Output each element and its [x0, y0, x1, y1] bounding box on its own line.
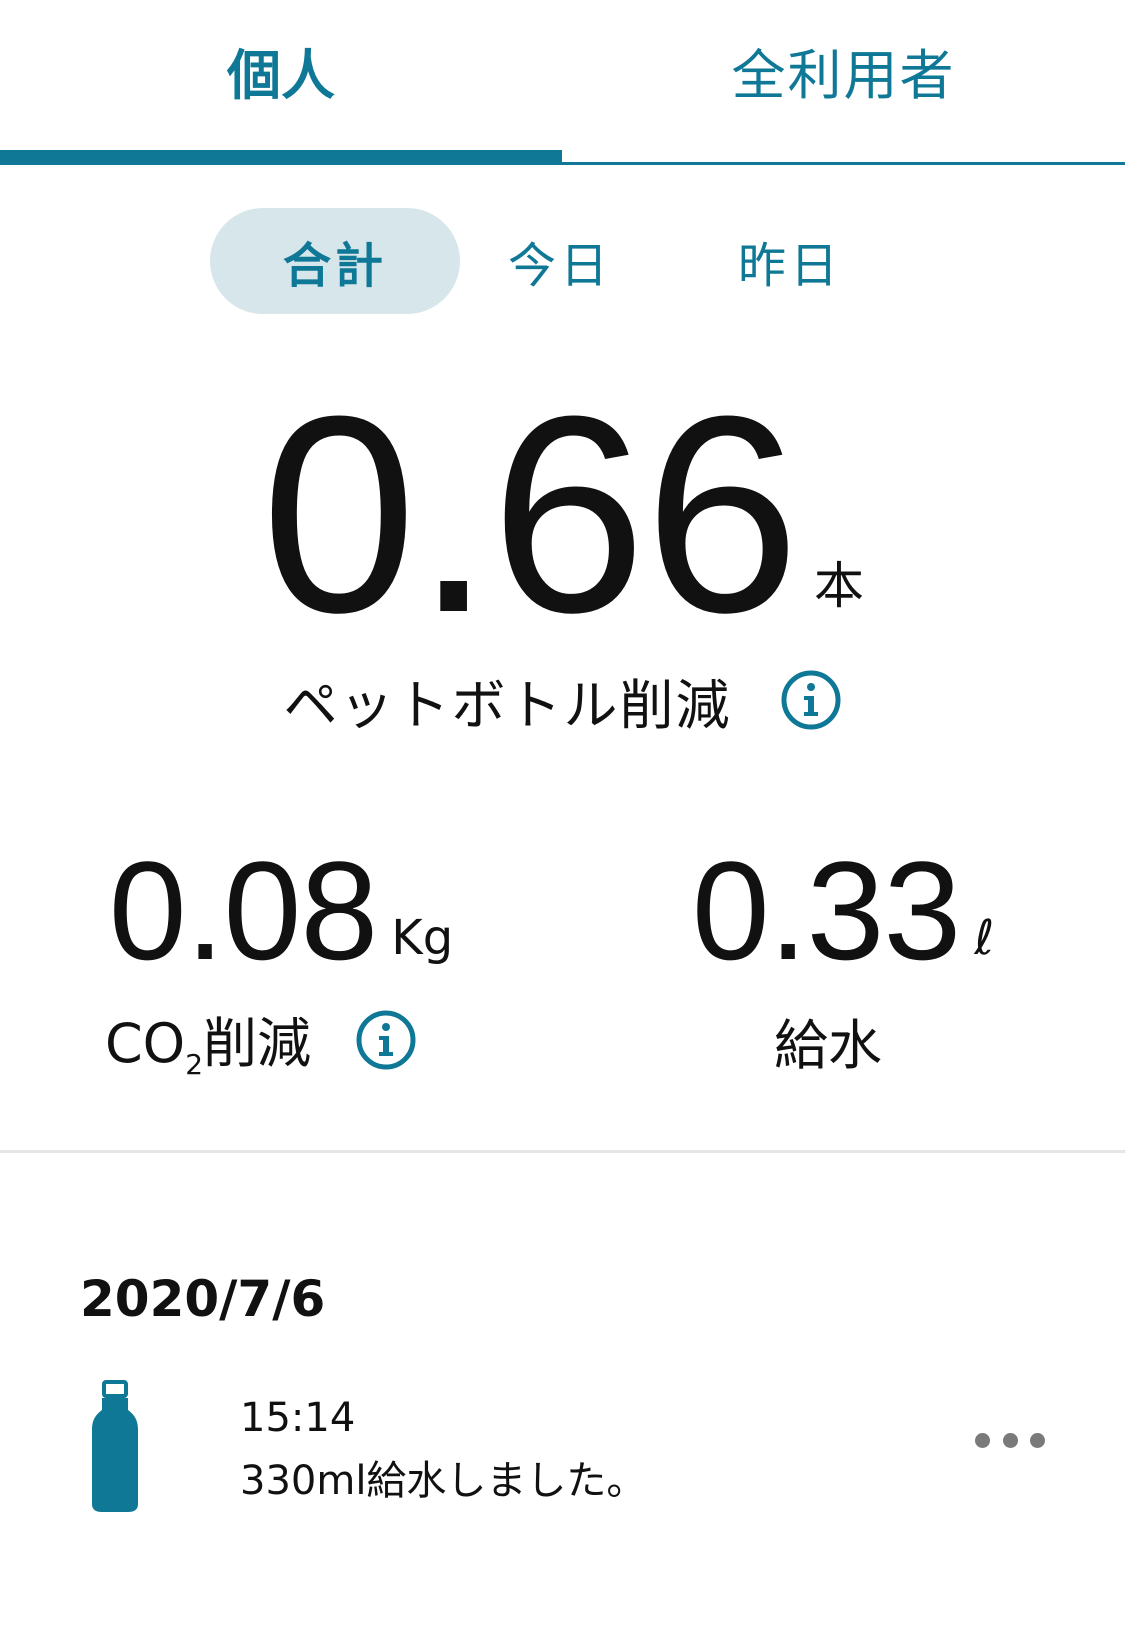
co2-label-prefix: CO — [104, 1012, 186, 1076]
co2-reduction-unit: Kg — [391, 910, 454, 966]
tab-active-indicator — [0, 150, 562, 165]
tab-all-users[interactable]: 全利用者 — [562, 30, 1125, 110]
co2-label-suffix: 削減 — [203, 1012, 312, 1076]
bottle-reduction-unit: 本 — [813, 557, 864, 615]
water-supply-unit: ℓ — [974, 910, 995, 966]
history-time: 15:14 — [240, 1395, 356, 1441]
more-icon[interactable] — [975, 1425, 1045, 1455]
info-icon[interactable] — [780, 669, 842, 731]
water-value-row: 0.33 ℓ — [562, 832, 1124, 989]
tab-personal[interactable]: 個人 — [0, 30, 562, 110]
water-supply-metric: 0.33 ℓ 給水 — [562, 832, 1124, 1077]
co2-label-row: CO2削減 — [0, 999, 542, 1081]
period-yesterday-button[interactable]: 昨日 — [710, 208, 870, 314]
co2-reduction-metric: 0.08 Kg CO2削減 — [0, 832, 562, 1081]
history-date: 2020/7/6 — [80, 1270, 326, 1328]
top-tab-bar: 個人 全利用者 — [0, 0, 1125, 168]
co2-reduction-label: CO2削減 — [105, 999, 311, 1081]
bottle-reduction-label-row: ペットボトル削減 — [0, 660, 1125, 740]
period-total-button[interactable]: 合計 — [210, 208, 460, 314]
bottle-icon — [90, 1380, 140, 1514]
bottle-reduction-metric: 0.66 本 — [0, 359, 1125, 671]
water-supply-label: 給水 — [774, 1013, 882, 1077]
co2-label-subscript: 2 — [185, 1047, 204, 1081]
bottle-reduction-value: 0.66 — [261, 359, 800, 671]
period-selector: 合計 今日 昨日 — [0, 208, 1125, 314]
list-item: 15:14 330ml給水しました。 — [0, 1370, 1125, 1530]
more-dot — [1002, 1432, 1018, 1448]
water-supply-value: 0.33 — [691, 832, 961, 989]
section-divider — [0, 1150, 1125, 1153]
info-icon[interactable] — [355, 1009, 417, 1071]
period-today-button[interactable]: 今日 — [480, 208, 640, 314]
more-dot — [1030, 1432, 1045, 1448]
history-text: 330ml給水しました。 — [240, 1458, 647, 1504]
co2-value-row: 0.08 Kg — [0, 832, 562, 989]
bottle-reduction-label: ペットボトル削減 — [283, 673, 732, 737]
more-dot — [975, 1432, 990, 1448]
co2-reduction-value: 0.08 — [108, 832, 378, 989]
water-label-row: 給水 — [562, 1000, 1124, 1080]
